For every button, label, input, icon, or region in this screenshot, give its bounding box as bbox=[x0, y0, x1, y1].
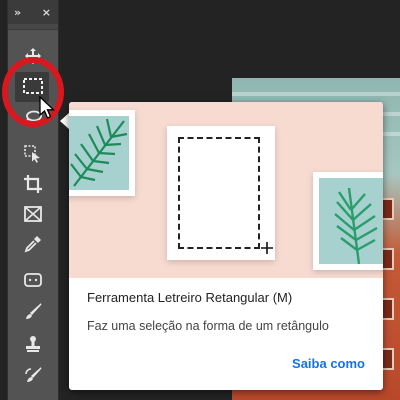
brush-tool-button[interactable] bbox=[8, 298, 58, 326]
palm-photo-right bbox=[313, 172, 383, 270]
eyedropper-icon bbox=[24, 236, 41, 253]
frame-tool-icon bbox=[24, 206, 42, 222]
tooltip-illustration bbox=[69, 102, 383, 278]
history-brush-icon bbox=[25, 367, 42, 382]
panel-grip[interactable] bbox=[8, 24, 58, 30]
history-brush-tool-button[interactable] bbox=[8, 362, 58, 390]
palm-photo-left bbox=[69, 110, 135, 196]
close-panel-button[interactable]: × bbox=[42, 6, 51, 19]
clone-stamp-tool-button[interactable] bbox=[8, 330, 58, 358]
tooltip-description: Faz uma seleção na forma de um retângulo bbox=[87, 319, 329, 333]
spot-healing-tool-button[interactable] bbox=[8, 266, 58, 294]
tooltip-text: Ferramenta Letreiro Retangular (M) Faz u… bbox=[87, 290, 369, 333]
brush-icon bbox=[26, 303, 42, 319]
eyedropper-tool-button[interactable] bbox=[8, 230, 58, 258]
rich-tooltip: Ferramenta Letreiro Retangular (M) Faz u… bbox=[69, 102, 383, 390]
object-selection-icon bbox=[24, 145, 40, 163]
mouse-pointer-icon bbox=[39, 96, 56, 119]
crop-tool-button[interactable] bbox=[8, 170, 58, 198]
tools-panel-header: » × bbox=[8, 0, 58, 24]
selection-marquee bbox=[178, 137, 260, 249]
collapse-panel-button[interactable]: » bbox=[14, 6, 21, 19]
palm-leaf-icon bbox=[334, 187, 378, 264]
frame-tool-button[interactable] bbox=[8, 200, 58, 228]
marquee-demo-card bbox=[167, 126, 275, 260]
tooltip-title: Ferramenta Letreiro Retangular (M) bbox=[87, 290, 293, 305]
learn-how-link[interactable]: Saiba como bbox=[292, 356, 365, 371]
crop-icon bbox=[24, 175, 42, 193]
crosshair-cursor-icon bbox=[261, 242, 273, 254]
spot-healing-icon bbox=[24, 273, 42, 287]
object-selection-tool-button[interactable] bbox=[8, 140, 58, 168]
palm-leaf-icon bbox=[70, 118, 128, 187]
clone-stamp-icon bbox=[26, 336, 40, 352]
